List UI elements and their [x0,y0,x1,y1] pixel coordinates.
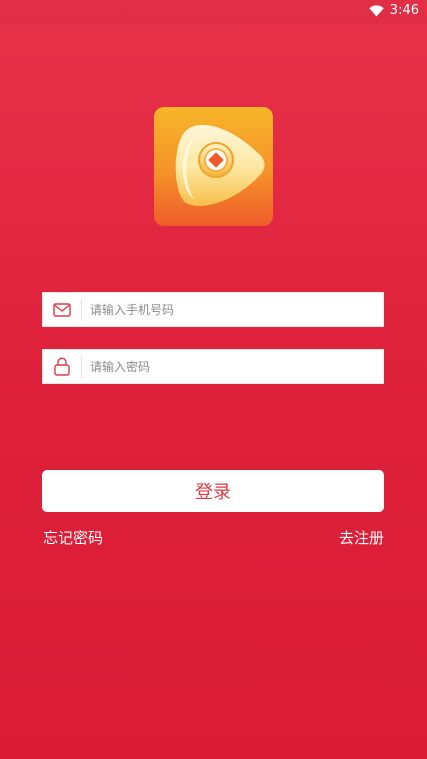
password-input[interactable] [90,350,383,383]
mail-icon [43,292,81,327]
password-field[interactable] [42,349,384,384]
status-time: 3:46 [389,3,419,18]
forgot-password-link[interactable]: 忘记密码 [43,527,103,548]
status-bar: 3:46 [0,0,427,24]
phone-field[interactable] [42,292,384,327]
register-link[interactable]: 去注册 [339,527,384,548]
phone-input[interactable] [90,293,383,326]
lock-icon [43,349,81,384]
field-divider [81,355,82,378]
status-icons: 3:46 [369,3,419,18]
play-coin-logo-icon [175,124,265,206]
login-button[interactable]: 登录 [42,470,384,512]
field-divider [81,298,82,321]
wifi-icon [369,4,384,17]
app-logo [154,107,273,226]
